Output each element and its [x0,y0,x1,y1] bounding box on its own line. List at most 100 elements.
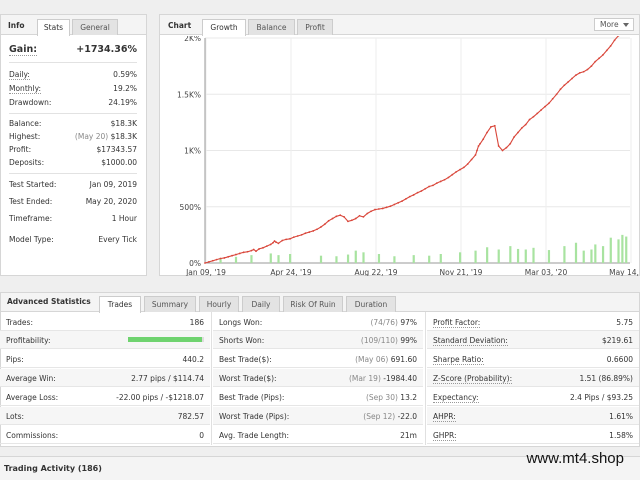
gain-label: Gain: [9,44,38,56]
stat-row: Best Trade (Pips): (Sep 30) 13.2 [213,388,423,406]
growth-point [571,77,573,80]
y-tick-label: 1K% [184,147,201,156]
tab-summary[interactable]: Summary [144,296,196,312]
volume-bar [234,256,238,263]
growth-point [350,219,353,222]
x-tick-label: Jan 09, '19 [185,268,226,276]
growth-point [370,210,373,213]
info-panel: Info Stats General Gain: +1734.36% Daily… [0,14,147,276]
stat-label: GHPR: [433,431,457,441]
stat-value: 13.2 [400,393,417,402]
growth-point [272,241,274,244]
profitability-bar [128,337,204,342]
stat-label: Average Win: [6,374,56,383]
volume-bar [377,254,381,263]
tab-risk-of-ruin[interactable]: Risk Of Ruin [283,296,343,312]
stat-note: (Sep 12) [363,412,396,421]
growth-point [285,238,288,241]
tab-trades[interactable]: Trades [99,296,141,313]
growth-point [493,124,496,127]
stat-label: Best Trade (Pips): [219,393,285,402]
growth-point [424,187,427,190]
stat-row: Expectancy: 2.4 Pips / $93.25 [427,388,639,406]
growth-point [316,228,318,231]
growth-point [385,206,388,209]
stat-row: Pips: 440.2 [0,350,210,368]
stat-note: (Sep 30) [365,393,398,402]
growth-point [486,131,488,134]
info-label: Daily: [9,70,30,80]
tab-stats[interactable]: Stats [37,19,70,36]
volume-bar [617,239,620,263]
growth-point [331,217,334,220]
tab-hourly[interactable]: Hourly [199,296,239,312]
info-tabbar: Info Stats General [1,15,146,36]
volume-bar [277,255,280,263]
growth-point [327,219,330,222]
volume-bar [609,237,612,263]
growth-line [204,36,619,264]
more-label: More [600,20,619,29]
watermark-text: www.mt4.shop [526,450,624,467]
volume-bar [393,256,396,263]
growth-point [513,136,515,138]
stat-label: Worst Trade (Pips): [219,412,290,421]
growth-point [397,201,400,204]
growth-point [598,57,600,60]
stat-value: 186 [189,318,204,327]
volume-bar [594,244,597,263]
y-tick-label: 2K% [184,36,201,43]
growth-point [479,142,481,145]
growth-point [563,84,566,87]
growth-point [273,240,276,242]
info-title: Info [8,21,25,30]
tab-profit[interactable]: Profit [297,19,333,35]
stat-value: -1984.40 [383,374,417,383]
tab-balance[interactable]: Balance [248,19,295,35]
growth-point [252,248,255,251]
x-tick-label: Apr 24, '19 [270,268,312,276]
growth-point [435,182,438,185]
volume-bar [335,256,338,263]
trading-activity-title: Trading Activity (186) [4,464,102,473]
info-value: 1 Hour [111,214,137,223]
x-tick-label: May 14, '20 [609,268,639,276]
stat-value: 782.57 [177,412,204,421]
info-row-highest: Highest: (May 20) $18.3K [9,132,137,144]
tab-duration[interactable]: Duration [346,296,396,312]
growth-point [447,176,450,179]
stat-row: GHPR: 1.58% [427,426,639,444]
growth-point [439,180,442,183]
volume-bar [601,246,605,263]
stat-row: Best Trade($): (May 06) 691.60 [213,350,423,368]
divider [9,62,137,63]
tab-daily[interactable]: Daily [242,296,280,312]
growth-point [347,220,349,223]
tab-growth[interactable]: Growth [202,19,246,36]
stat-label: Avg. Trade Length: [219,431,289,440]
info-label: Timeframe: [9,214,53,223]
growth-point [605,49,608,52]
growth-chart: 2K% 1.5K% 1K% 500% 0% Jan 09, '19 Apr 24, '19… [177,36,639,276]
info-value: 24.19% [108,98,137,107]
stat-label: Worst Trade($): [219,374,277,383]
chevron-down-icon [623,23,629,27]
stat-label: AHPR: [433,412,456,422]
growth-point [559,88,562,91]
more-dropdown[interactable]: More [594,18,634,31]
chart-panel: Chart Growth Balance Profit More 2K% 1.5K… [159,14,640,276]
growth-point [477,145,480,147]
growth-point [451,173,454,176]
volume-bar [625,236,628,263]
tab-general[interactable]: General [72,19,118,35]
growth-point [520,127,523,129]
info-label: Monthly: [9,84,42,94]
info-label: Highest: [9,132,41,141]
chart-title: Chart [168,21,192,30]
stat-label: Average Loss: [6,393,59,402]
growth-point [258,248,260,250]
info-label: Profit: [9,145,32,154]
info-row-test-ended: Test Ended: May 20, 2020 [9,197,137,209]
stat-label: Best Trade($): [219,355,272,364]
growth-point [204,262,206,264]
